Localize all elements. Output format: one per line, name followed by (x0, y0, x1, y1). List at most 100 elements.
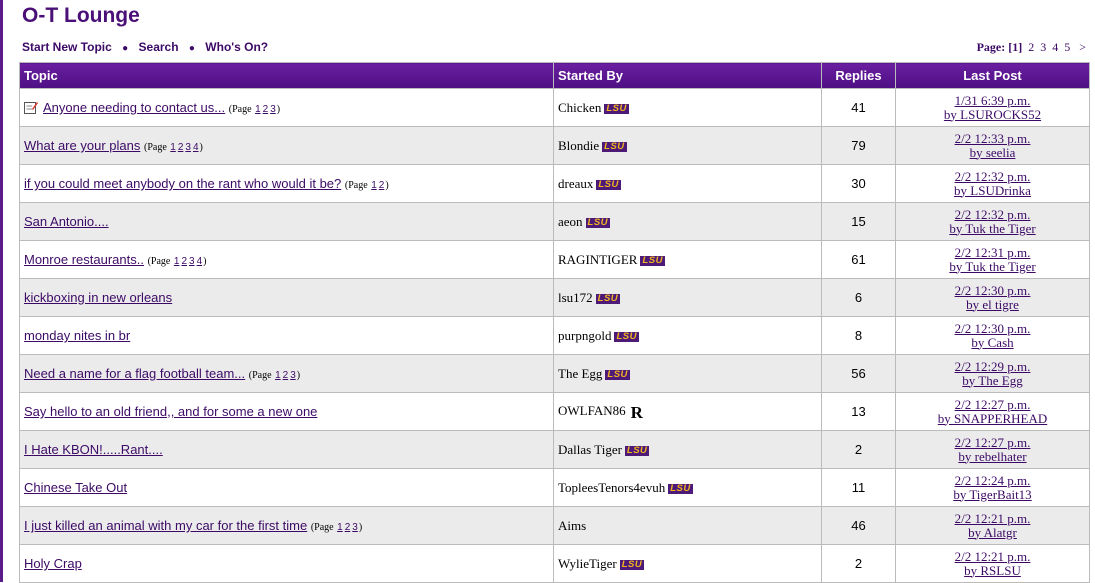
last-post-date-link[interactable]: 2/2 12:32 p.m. (955, 169, 1031, 184)
topic-title-link[interactable]: Chinese Take Out (24, 480, 127, 495)
topic-title-link[interactable]: San Antonio.... (24, 214, 109, 229)
topic-cell: Anyone needing to contact us... (Page 12… (19, 88, 554, 127)
last-post-author-link[interactable]: by Alatgr (968, 525, 1017, 540)
topic-title-link[interactable]: Monroe restaurants.. (24, 252, 144, 267)
starter-cell: WylieTiger LSU (553, 544, 822, 583)
last-post-date-link[interactable]: 2/2 12:27 p.m. (955, 397, 1031, 412)
last-post-date-link[interactable]: 2/2 12:30 p.m. (955, 283, 1031, 298)
topic-page-link[interactable]: 1 (174, 256, 180, 267)
topic-page-link[interactable]: 1 (255, 104, 261, 115)
topic-page-link[interactable]: 3 (185, 142, 191, 153)
starter-name: The Egg (558, 365, 603, 381)
topic-title-link[interactable]: Say hello to an old friend,, and for som… (24, 404, 317, 419)
table-row: What are your plans (Page 1 2 3 4) Blondie LS… (19, 126, 1090, 165)
last-post-date-link[interactable]: 2/2 12:32 p.m. (955, 207, 1031, 222)
topic-page-label: Page (348, 180, 368, 191)
last-post-cell: 2/2 12:32 p.m. by LSUDrinka (895, 164, 1090, 203)
topic-page-link[interactable]: 3 (270, 104, 276, 115)
table-row: San Antonio.... aeon LSU 15 2/2 12:32 p.m. by… (19, 202, 1090, 241)
topic-page-link[interactable]: 2 (181, 256, 187, 267)
pager-page-4[interactable]: 4 (1052, 40, 1058, 54)
last-post-date-link[interactable]: 2/2 12:21 p.m. (955, 511, 1031, 526)
topic-cell: monday nites in br (19, 316, 554, 355)
topic-title-link[interactable]: I just killed an animal with my car for … (24, 518, 307, 533)
last-post-cell: 2/2 12:33 p.m. by seelia (895, 126, 1090, 165)
topic-page-link[interactable]: 1 (170, 142, 176, 153)
topic-title-link[interactable]: monday nites in br (24, 328, 130, 343)
starter-name: aeon (558, 213, 583, 229)
topic-page-link[interactable]: 2 (379, 180, 385, 191)
topic-page-links: (Page 1 2 3) (310, 522, 363, 533)
column-header-replies[interactable]: Replies (821, 62, 896, 89)
last-post-author-link[interactable]: by The Egg (962, 373, 1022, 388)
topic-title-link[interactable]: kickboxing in new orleans (24, 290, 172, 305)
last-post-author-link[interactable]: by LSUDrinka (954, 183, 1031, 198)
starter-name: Chicken (558, 99, 602, 115)
last-post-author-link[interactable]: by rebelhater (958, 449, 1026, 464)
topic-page-link[interactable]: 1 (275, 370, 281, 381)
topic-page-link[interactable]: 3 (189, 256, 195, 267)
last-post-author-link[interactable]: by Tuk the Tiger (949, 221, 1035, 236)
column-header-last-post[interactable]: Last Post (895, 62, 1090, 89)
last-post-date-link[interactable]: 2/2 12:27 p.m. (955, 435, 1031, 450)
topic-page-links: (Page 1 2) (344, 180, 389, 191)
pager-page-3[interactable]: 3 (1040, 40, 1046, 54)
pagination: Page: [1] 2 3 4 5 > (977, 40, 1086, 55)
last-post-date-link[interactable]: 2/2 12:30 p.m. (955, 321, 1031, 336)
last-post-date-link[interactable]: 1/31 6:39 p.m. (955, 93, 1031, 108)
search-link[interactable]: Search (139, 40, 179, 54)
last-post-author-link[interactable]: by RSLSU (964, 563, 1021, 578)
topic-page-link[interactable]: 3 (352, 522, 358, 533)
last-post-author-link[interactable]: by Cash (971, 335, 1013, 350)
topic-page-link[interactable]: 1 (337, 522, 343, 533)
starter-cell: lsu172 LSU (553, 278, 822, 317)
last-post-cell: 2/2 12:21 p.m. by RSLSU (895, 544, 1090, 583)
replies-count: 2 (821, 430, 896, 469)
topic-page-link[interactable]: 1 (371, 180, 377, 191)
pager-current-page: [1] (1008, 40, 1023, 54)
starter-name: RAGINTIGER (558, 251, 638, 267)
start-new-topic-link[interactable]: Start New Topic (22, 40, 112, 54)
last-post-date-link[interactable]: 2/2 12:24 p.m. (955, 473, 1031, 488)
last-post-date-link[interactable]: 2/2 12:31 p.m. (955, 245, 1031, 260)
last-post-date-link[interactable]: 2/2 12:29 p.m. (955, 359, 1031, 374)
topic-title-link[interactable]: I Hate KBON!.....Rant.... (24, 442, 163, 457)
last-post-author-link[interactable]: by el tigre (966, 297, 1019, 312)
last-post-date-link[interactable]: 2/2 12:33 p.m. (955, 131, 1031, 146)
last-post-author-link[interactable]: by Tuk the Tiger (949, 259, 1035, 274)
nav-separator: ● (122, 43, 129, 54)
pager-next-arrow[interactable]: > (1079, 40, 1086, 54)
lsu-logo-icon: LSU (668, 482, 693, 494)
topic-title-link[interactable]: Need a name for a flag football team... (24, 366, 245, 381)
topic-title-link[interactable]: if you could meet anybody on the rant wh… (24, 176, 341, 191)
last-post-author-link[interactable]: by TigerBait13 (953, 487, 1031, 502)
topic-page-link[interactable]: 3 (290, 370, 296, 381)
last-post-author-link[interactable]: by SNAPPERHEAD (938, 411, 1047, 426)
topic-page-link[interactable]: 4 (193, 142, 199, 153)
starter-cell: Chicken LSU (553, 88, 822, 127)
topic-page-link[interactable]: 2 (345, 522, 351, 533)
last-post-author-link[interactable]: by LSUROCKS52 (944, 107, 1041, 122)
starter-cell: OWLFAN86 R (553, 392, 822, 431)
topic-page-link[interactable]: 2 (178, 142, 184, 153)
table-row: Holy Crap WylieTiger LSU 2 2/2 12:21 p.m. by … (19, 544, 1090, 583)
pager-page-2[interactable]: 2 (1028, 40, 1034, 54)
last-post-author-link[interactable]: by seelia (970, 145, 1016, 160)
topic-page-link[interactable]: 2 (263, 104, 269, 115)
column-header-started-by[interactable]: Started By (553, 62, 822, 89)
table-row: Anyone needing to contact us... (Page 12… (19, 88, 1090, 127)
last-post-date-link[interactable]: 2/2 12:21 p.m. (955, 549, 1031, 564)
pager-page-5[interactable]: 5 (1064, 40, 1070, 54)
topic-page-link[interactable]: 2 (283, 370, 289, 381)
topic-title-link[interactable]: Holy Crap (24, 556, 82, 571)
replies-count: 56 (821, 354, 896, 393)
topics-table: Topic Started By Replies Last Post Anyon… (19, 62, 1090, 583)
starter-name: Aims (558, 517, 587, 533)
last-post-cell: 2/2 12:32 p.m. by Tuk the Tiger (895, 202, 1090, 241)
topic-title-link[interactable]: What are your plans (24, 138, 140, 153)
column-header-topic[interactable]: Topic (19, 62, 554, 89)
topic-page-link[interactable]: 4 (197, 256, 203, 267)
table-row: kickboxing in new orleans lsu172 LSU 6 2/2 1… (19, 278, 1090, 317)
topic-title-link[interactable]: Anyone needing to contact us... (43, 100, 225, 115)
whos-on-link[interactable]: Who's On? (205, 40, 268, 54)
